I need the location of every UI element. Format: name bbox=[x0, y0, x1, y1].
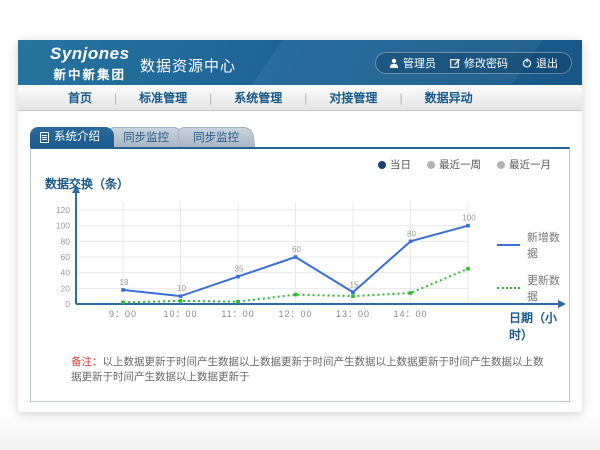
svg-text:120: 120 bbox=[56, 205, 70, 215]
solid-line-icon bbox=[497, 244, 520, 246]
svg-text:9：00: 9：00 bbox=[109, 309, 137, 319]
radio-unselected-icon bbox=[427, 161, 435, 169]
content-panel: 0 20 40 60 80 100 120 9：00 10：00 11：00 12：00 13：00 1… bbox=[30, 147, 570, 402]
company-logo: Synjones 新中新集团 bbox=[50, 44, 130, 83]
dotted-line-icon bbox=[497, 287, 520, 289]
main-nav: 首页| 标准管理| 系统管理| 对接管理| 数据异动 bbox=[18, 85, 582, 111]
radio-unselected-icon bbox=[497, 161, 505, 169]
svg-text:20: 20 bbox=[61, 283, 71, 293]
edit-icon bbox=[450, 58, 460, 68]
svg-text:15: 15 bbox=[350, 280, 359, 289]
user-toolbar: 管理员 修改密码 退出 bbox=[375, 52, 572, 74]
svg-text:11：00: 11：00 bbox=[221, 309, 254, 319]
logo-english: Synjones bbox=[50, 44, 130, 64]
svg-text:40: 40 bbox=[61, 268, 71, 278]
radio-today[interactable]: 当日 bbox=[378, 157, 411, 172]
svg-text:10: 10 bbox=[177, 284, 186, 293]
radio-selected-icon bbox=[378, 161, 386, 169]
footnote-text: 以上数据更新于时间产生数据以上数据更新于时间产生数据以上数据更新于时间产生数据以… bbox=[71, 356, 544, 383]
y-axis-title: 数据交换（条） bbox=[45, 175, 129, 192]
svg-text:12：00: 12：00 bbox=[278, 309, 312, 319]
logout-button[interactable]: 退出 bbox=[522, 55, 558, 71]
svg-text:80: 80 bbox=[407, 229, 416, 238]
nav-item-system-mgmt[interactable]: 系统管理 bbox=[212, 89, 304, 106]
footnote: 备注：以上数据更新于时间产生数据以上数据更新于时间产生数据以上数据更新于时间产生… bbox=[71, 354, 551, 384]
user-icon bbox=[389, 58, 399, 68]
document-icon bbox=[40, 132, 49, 143]
current-user-button[interactable]: 管理员 bbox=[389, 55, 436, 71]
tab-sync-monitor-2[interactable]: 同步监控 bbox=[177, 127, 256, 147]
nav-item-home[interactable]: 首页 bbox=[46, 89, 114, 106]
svg-text:0: 0 bbox=[65, 299, 70, 309]
svg-text:13：00: 13：00 bbox=[336, 309, 370, 319]
app-window: Synjones 新中新集团 数据资源中心 管理员 修改密码 退出 bbox=[18, 40, 582, 412]
svg-text:60: 60 bbox=[292, 245, 301, 254]
logo-chinese: 新中新集团 bbox=[50, 64, 130, 83]
svg-text:14：00: 14：00 bbox=[393, 309, 427, 319]
nav-item-interface-mgmt[interactable]: 对接管理 bbox=[307, 89, 399, 106]
change-password-button[interactable]: 修改密码 bbox=[450, 55, 508, 71]
tab-sync-monitor-1[interactable]: 同步监控 bbox=[107, 127, 186, 147]
svg-text:60: 60 bbox=[61, 252, 71, 262]
nav-item-data-change[interactable]: 数据异动 bbox=[403, 89, 495, 106]
svg-text:35: 35 bbox=[235, 265, 244, 274]
svg-text:100: 100 bbox=[56, 221, 70, 231]
power-icon bbox=[522, 58, 532, 68]
tab-bar: 系统介绍 同步监控 同步监控 bbox=[30, 127, 248, 147]
radio-last-week[interactable]: 最近一周 bbox=[427, 157, 481, 172]
nav-item-standard-mgmt[interactable]: 标准管理 bbox=[117, 89, 209, 106]
time-range-radios: 当日 最近一周 最近一月 bbox=[378, 157, 551, 172]
tab-system-intro[interactable]: 系统介绍 bbox=[30, 127, 114, 147]
app-header: Synjones 新中新集团 数据资源中心 管理员 修改密码 退出 bbox=[18, 40, 582, 85]
legend-item-new-data[interactable]: 新增数据 bbox=[497, 229, 569, 261]
svg-text:10：00: 10：00 bbox=[163, 309, 197, 319]
footnote-label: 备注： bbox=[71, 356, 103, 368]
svg-text:18: 18 bbox=[120, 278, 129, 287]
chart-legend: 新增数据 更新数据 bbox=[497, 229, 569, 315]
page-title: 数据资源中心 bbox=[140, 55, 236, 76]
svg-text:100: 100 bbox=[462, 214, 476, 223]
legend-item-updated-data[interactable]: 更新数据 bbox=[497, 272, 569, 304]
svg-text:80: 80 bbox=[61, 236, 71, 246]
radio-last-month[interactable]: 最近一月 bbox=[497, 157, 551, 172]
